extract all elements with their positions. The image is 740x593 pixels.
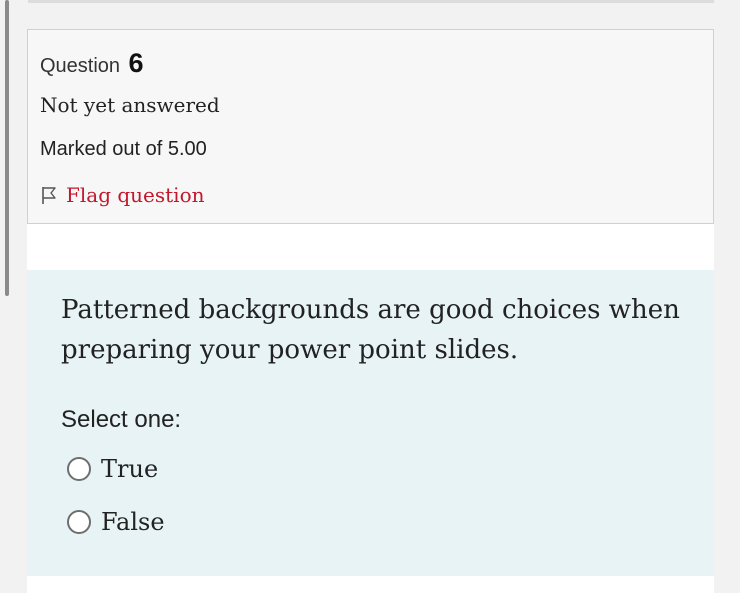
question-state: Not yet answered (40, 93, 220, 117)
option-false[interactable]: False (67, 508, 165, 536)
question-number: Question 6 (40, 48, 144, 79)
question-number-value: 6 (128, 48, 144, 78)
question-grade: Marked out of 5.00 (40, 138, 207, 160)
question-info-panel: Question 6 Not yet answered Marked out o… (27, 29, 714, 224)
question-content: Patterned backgrounds are good choices w… (27, 270, 714, 576)
question-text: Patterned backgrounds are good choices w… (61, 295, 680, 365)
scrollbar[interactable] (5, 0, 9, 296)
previous-block-edge (28, 0, 714, 3)
spacer (27, 224, 714, 270)
option-label: True (101, 455, 159, 483)
flag-question-label: Flag question (66, 183, 205, 207)
select-one-prompt: Select one: (61, 406, 182, 433)
flag-question-link[interactable]: Flag question (40, 183, 205, 207)
option-true[interactable]: True (67, 455, 158, 483)
bottom-spacer (27, 576, 714, 593)
radio-icon[interactable] (67, 457, 91, 481)
radio-icon[interactable] (67, 510, 91, 534)
question-label: Question (40, 55, 121, 77)
option-label: False (101, 508, 165, 536)
flag-icon (42, 187, 56, 204)
